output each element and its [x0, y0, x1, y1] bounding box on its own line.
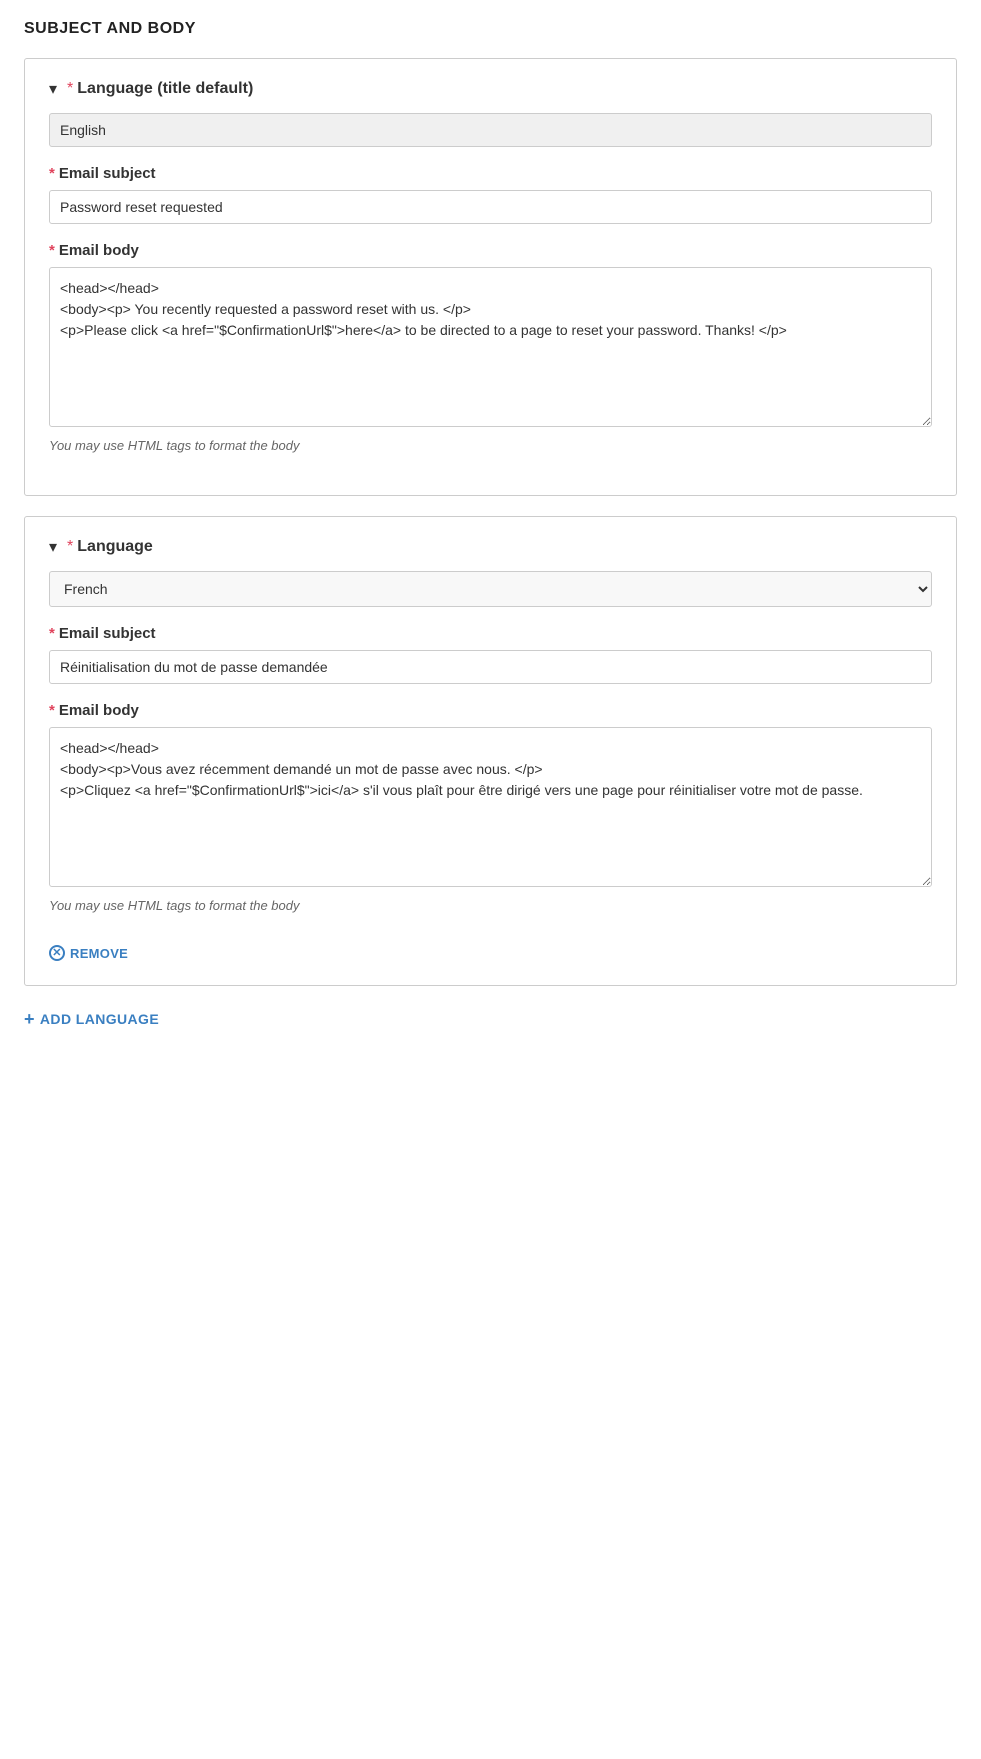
email-body-label-french: * Email body: [49, 702, 932, 719]
chevron-down-icon[interactable]: ▾: [49, 79, 57, 99]
required-star-body-en: *: [49, 242, 55, 259]
add-language-button[interactable]: + ADD LANGUAGE: [24, 1010, 159, 1028]
chevron-down-icon-french[interactable]: ▾: [49, 537, 57, 557]
language-section-label-english: Language (title default): [77, 80, 253, 98]
add-language-label: ADD LANGUAGE: [40, 1011, 159, 1027]
email-subject-label-english: * Email subject: [49, 165, 932, 182]
add-icon: +: [24, 1010, 35, 1028]
email-subject-label-french: * Email subject: [49, 625, 932, 642]
language-field-group-english: English: [49, 113, 932, 147]
required-star-subject-en: *: [49, 165, 55, 182]
email-subject-input-french[interactable]: [49, 650, 932, 684]
section-header-english: ▾ * Language (title default): [49, 79, 932, 99]
language-select-group-french: French English Spanish German: [49, 571, 932, 607]
email-subject-input-english[interactable]: [49, 190, 932, 224]
required-star-french: *: [67, 538, 73, 556]
language-block-french: ▾ * Language French English Spanish Germ…: [24, 516, 957, 986]
email-body-label-english: * Email body: [49, 242, 932, 259]
section-header-french: ▾ * Language: [49, 537, 932, 557]
language-block-english: ▾ * Language (title default) English * E…: [24, 58, 957, 496]
remove-icon: ✕: [49, 945, 65, 961]
html-hint-french: You may use HTML tags to format the body: [49, 898, 932, 913]
required-star: *: [67, 80, 73, 98]
remove-label: REMOVE: [70, 946, 128, 961]
email-body-group-french: * Email body <head></head> <body><p>Vous…: [49, 702, 932, 913]
language-static-value-english: English: [49, 113, 932, 147]
page-title: SUBJECT AND BODY: [24, 20, 957, 38]
email-body-group-english: * Email body <head></head> <body><p> You…: [49, 242, 932, 453]
remove-button[interactable]: ✕ REMOVE: [49, 945, 128, 961]
required-star-subject-fr: *: [49, 625, 55, 642]
required-star-body-fr: *: [49, 702, 55, 719]
html-hint-english: You may use HTML tags to format the body: [49, 438, 932, 453]
email-body-textarea-french[interactable]: <head></head> <body><p>Vous avez récemme…: [49, 727, 932, 887]
email-subject-group-english: * Email subject: [49, 165, 932, 224]
email-subject-group-french: * Email subject: [49, 625, 932, 684]
language-select-french[interactable]: French English Spanish German: [49, 571, 932, 607]
email-body-textarea-english[interactable]: <head></head> <body><p> You recently req…: [49, 267, 932, 427]
language-section-label-french: Language: [77, 538, 153, 556]
